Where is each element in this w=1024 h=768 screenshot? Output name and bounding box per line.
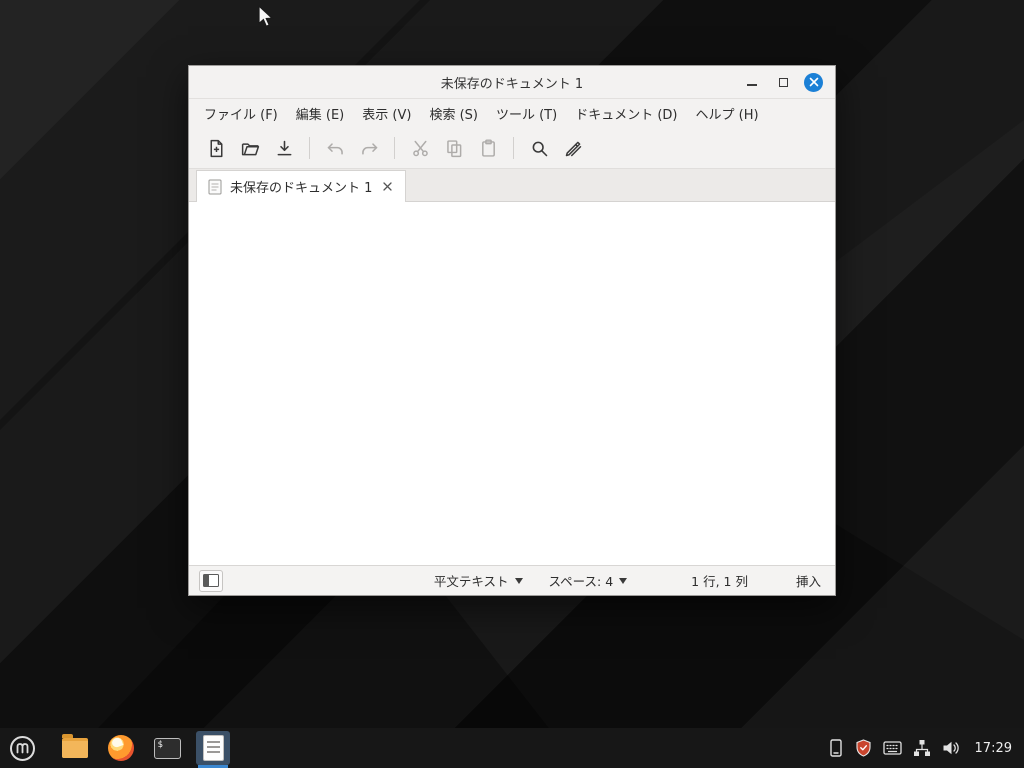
text-editor-icon [203,735,224,761]
undo-button[interactable] [318,133,352,163]
document-icon [208,179,222,195]
statusbar-items: 平文テキスト スペース: 4 1 行, 1 列 挿入 [428,568,825,593]
new-document-button[interactable] [199,133,233,163]
menu-documents[interactable]: ドキュメント (D) [566,99,686,128]
maximize-button[interactable] [773,72,793,92]
toolbar-separator [513,137,514,159]
highlight-mode-dropdown[interactable]: 平文テキスト [428,568,529,593]
cut-button[interactable] [403,133,437,163]
taskbar-app-list: $ [58,731,230,765]
search-icon [529,138,550,159]
toolbar-separator [394,137,395,159]
window-title: 未保存のドキュメント 1 [189,73,835,92]
text-editor-window: 未保存のドキュメント 1 ファイル (F) 編集 (E) 表示 (V) 検索 (… [188,65,836,596]
chevron-down-icon [515,578,523,584]
terminal-icon: $ [154,738,181,759]
menubar: ファイル (F) 編集 (E) 表示 (V) 検索 (S) ツール (T) ドキ… [189,99,835,128]
cut-icon [410,138,431,159]
status-applet-button[interactable] [828,739,844,757]
network-icon [913,739,931,757]
tab-label: 未保存のドキュメント 1 [230,177,372,196]
paste-icon [478,138,499,159]
minimize-icon [747,84,757,86]
side-panel-icon [203,574,219,587]
close-icon [809,77,819,87]
status-icon [828,739,844,757]
window-titlebar[interactable]: 未保存のドキュメント 1 [189,66,835,99]
highlight-mode-label: 平文テキスト [434,571,509,590]
mint-menu-button[interactable] [0,728,44,768]
maximize-icon [779,78,788,87]
statusbar: 平文テキスト スペース: 4 1 行, 1 列 挿入 [189,565,835,595]
redo-button[interactable] [352,133,386,163]
open-file-icon [240,138,261,159]
shield-icon [855,739,872,757]
mint-logo-icon [9,735,36,762]
toolbar [189,128,835,169]
tab-width-label: スペース: 4 [549,571,614,590]
menu-tools[interactable]: ツール (T) [487,99,566,128]
menu-file[interactable]: ファイル (F) [195,99,287,128]
document-tab[interactable]: 未保存のドキュメント 1 [196,170,406,202]
keyboard-applet-button[interactable] [883,741,902,755]
paste-button[interactable] [471,133,505,163]
menu-help[interactable]: ヘルプ (H) [686,99,767,128]
text-editor-area[interactable] [189,202,835,565]
chevron-down-icon [619,578,627,584]
copy-button[interactable] [437,133,471,163]
insert-mode-label[interactable]: 挿入 [796,571,821,590]
tab-bar: 未保存のドキュメント 1 [189,169,835,202]
save-icon [274,138,295,159]
folder-icon [62,738,88,758]
redo-icon [359,138,380,159]
cursor-position-label: 1 行, 1 列 [691,571,748,590]
search-replace-icon [563,138,584,159]
save-button[interactable] [267,133,301,163]
network-applet-button[interactable] [913,739,931,757]
firefox-icon [108,735,134,761]
tab-close-button[interactable] [380,180,394,194]
firefox-launcher[interactable] [104,731,138,765]
menu-search[interactable]: 検索 (S) [420,99,487,128]
terminal-prompt-glyph: $ [158,740,163,750]
tab-close-icon [383,182,392,191]
search-replace-button[interactable] [556,133,590,163]
clock[interactable]: 17:29 [975,741,1012,756]
menu-edit[interactable]: 編集 (E) [287,99,354,128]
open-file-button[interactable] [233,133,267,163]
firewall-applet-button[interactable] [855,739,872,757]
new-document-icon [206,138,227,159]
close-button[interactable] [804,73,823,92]
search-button[interactable] [522,133,556,163]
tab-width-dropdown[interactable]: スペース: 4 [543,568,634,593]
system-tray: 17:29 [828,739,1024,757]
volume-icon [942,740,960,756]
volume-applet-button[interactable] [942,740,960,756]
window-controls [742,66,823,98]
side-panel-toggle-button[interactable] [199,570,223,592]
keyboard-icon [883,741,902,755]
copy-icon [444,138,465,159]
text-editor-taskbar-button[interactable] [196,731,230,765]
undo-icon [325,138,346,159]
files-launcher[interactable] [58,731,92,765]
terminal-launcher[interactable]: $ [150,731,184,765]
toolbar-separator [309,137,310,159]
taskbar: $ [0,728,1024,768]
menu-view[interactable]: 表示 (V) [353,99,420,128]
minimize-button[interactable] [742,72,762,92]
